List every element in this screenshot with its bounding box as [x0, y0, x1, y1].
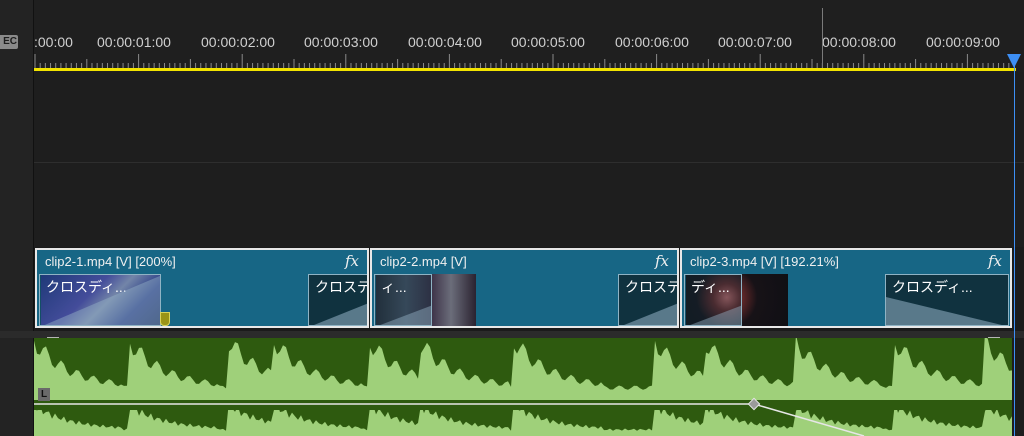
ruler-label-1: 00:00:01:00 — [97, 34, 171, 50]
timecode-display-badge[interactable]: EC — [0, 35, 18, 49]
clip-marker-icon[interactable] — [160, 312, 170, 326]
ruler-label-8: 00:00:08:00 — [822, 34, 896, 50]
video-track-3[interactable] — [34, 72, 1024, 163]
track-header-column — [0, 0, 34, 436]
transition-ramp-icon — [44, 275, 160, 325]
transition-ramp-icon — [886, 297, 1002, 325]
work-area-bar[interactable] — [34, 68, 1016, 71]
video-clip-3[interactable]: clip2-3.mp4 [V] [192.21%] fx ディ... クロスディ… — [680, 248, 1012, 328]
video-track-2[interactable] — [34, 163, 1024, 248]
volume-rubber-band[interactable] — [34, 338, 1012, 436]
video-clip-2[interactable]: clip2-2.mp4 [V] fx ィ... クロスデ — [370, 248, 679, 328]
clip-name: clip2-3.mp4 [V] [192.21%] — [690, 254, 839, 269]
transition-ramp-icon — [380, 305, 431, 325]
ruler-label-9: 00:00:09:00 — [926, 34, 1000, 50]
playhead-line[interactable] — [1014, 56, 1015, 436]
ruler-label-7: 00:00:07:00 — [718, 34, 792, 50]
transition-cross-dissolve-end[interactable]: クロスディ... — [885, 274, 1009, 326]
ruler-label-3: 00:00:03:00 — [304, 34, 378, 50]
transition-cross-dissolve-start[interactable]: ィ... — [374, 274, 432, 326]
clip-name: clip2-1.mp4 [V] [200%] — [45, 254, 176, 269]
transition-cross-dissolve-start[interactable]: ディ... — [684, 274, 742, 326]
volume-keyframe-icon — [747, 397, 761, 411]
transition-cross-dissolve-end[interactable]: クロスディ — [308, 274, 367, 326]
clip-name: clip2-2.mp4 [V] — [380, 254, 467, 269]
transition-cross-dissolve-start[interactable]: クロスディ... — [39, 274, 161, 326]
transition-ramp-icon — [690, 305, 741, 325]
transition-cross-dissolve-end[interactable]: クロスデ — [618, 274, 677, 326]
transition-ramp-icon — [624, 303, 677, 325]
ruler-label-4: 00:00:04:00 — [408, 34, 482, 50]
hover-cursor-line — [822, 8, 823, 68]
ruler-label-6: 00:00:06:00 — [615, 34, 689, 50]
ruler-label-0: :00:00 — [34, 34, 73, 50]
fx-badge-icon[interactable]: fx — [988, 252, 1002, 270]
video-audio-divider[interactable] — [0, 331, 1024, 338]
transition-ramp-icon — [314, 303, 367, 325]
fx-badge-icon[interactable]: fx — [655, 252, 669, 270]
fx-badge-icon[interactable]: fx — [345, 252, 359, 270]
ruler-label-2: 00:00:02:00 — [201, 34, 275, 50]
video-clip-1[interactable]: clip2-1.mp4 [V] [200%] fx クロスディ... クロスディ — [35, 248, 369, 328]
ruler-label-5: 00:00:05:00 — [511, 34, 585, 50]
playhead-handle-icon[interactable] — [1007, 54, 1021, 68]
